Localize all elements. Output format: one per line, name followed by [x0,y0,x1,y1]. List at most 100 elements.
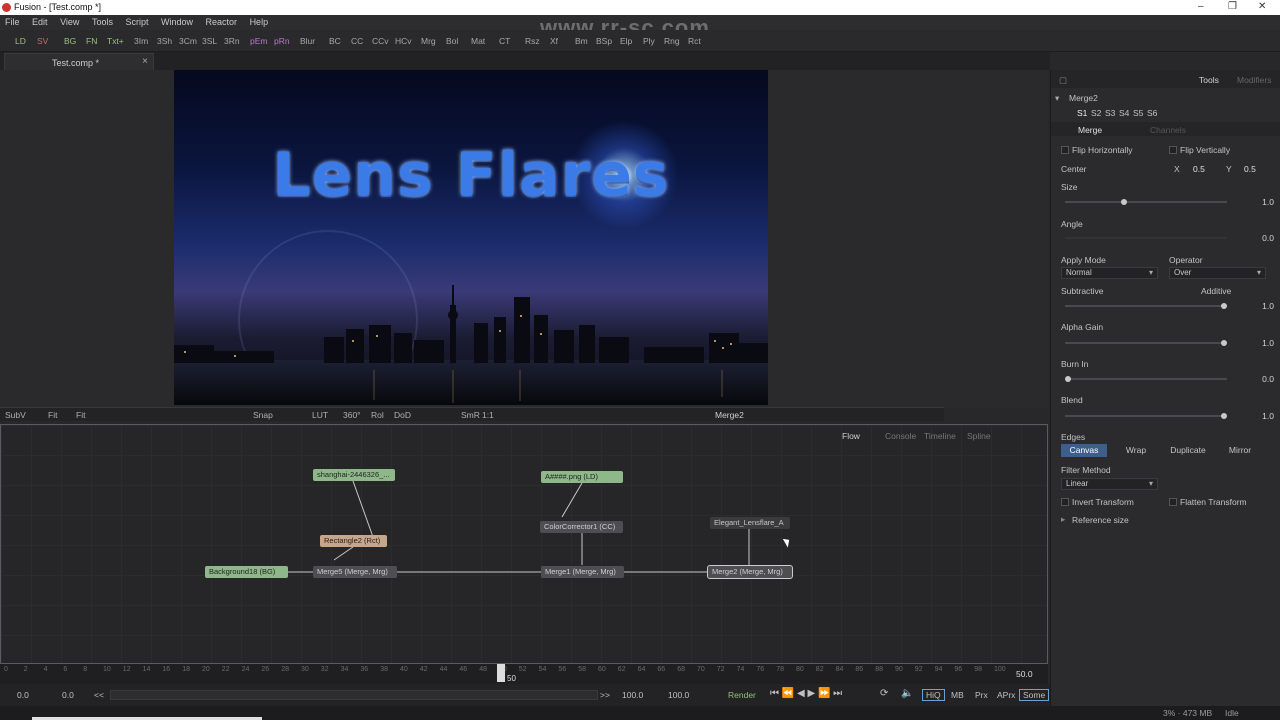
range-forward-button[interactable]: >> [600,690,610,700]
angle-dial[interactable] [1065,237,1227,239]
slot-s1[interactable]: S1 [1077,108,1087,118]
inspector-collapse-icon[interactable]: ▢ [1059,75,1067,86]
subtractive-additive-value[interactable]: 1.0 [1244,301,1274,311]
tool-button-3rn[interactable]: 3Rn [224,36,240,46]
tool-button-xf[interactable]: Xf [550,36,558,46]
center-x-field[interactable]: 0.5 [1193,164,1205,174]
slot-s6[interactable]: S6 [1147,108,1157,118]
tool-button-sv[interactable]: SV [37,36,48,46]
audio-icon[interactable]: 🔈 [901,688,913,699]
playhead[interactable] [497,664,505,682]
dod-button[interactable]: DoD [394,410,411,420]
menu-reactor[interactable]: Reactor [201,15,243,27]
time-ruler[interactable]: 0 2 4 6 8 10 12 14 16 18 20 22 24 26 28 30 32 34 36 38 40 42 4… [0,664,1048,684]
range-scrollbar[interactable] [110,690,598,700]
angle-value[interactable]: 0.0 [1244,233,1274,243]
node-rectangle[interactable]: Rectangle2 (Rct) [320,535,387,547]
slot-s4[interactable]: S4 [1119,108,1129,118]
render-button[interactable]: Render [728,690,756,700]
node-image-loader[interactable]: A####.png (LD) [541,471,623,483]
tool-button-ld[interactable]: LD [15,36,26,46]
some-toggle[interactable]: Some [1019,689,1050,701]
viewer-image[interactable]: Lens Flares [174,70,768,405]
menu-view[interactable]: View [55,15,84,27]
render-end-field[interactable]: 100.0 [622,690,643,700]
tool-button-mrg[interactable]: Mrg [421,36,436,46]
slider-knob[interactable] [1121,199,1128,205]
tab-modifiers[interactable]: Modifiers [1237,75,1271,85]
close-button[interactable]: ✕ [1258,1,1266,12]
slider-knob[interactable] [1221,413,1227,419]
prx-toggle[interactable]: Prx [975,690,988,700]
flow-editor[interactable]: Flow Console Timeline Spline shanghai-24… [0,424,1048,664]
tool-button-rct[interactable]: Rct [688,36,701,46]
tool-button-rng[interactable]: Rng [664,36,680,46]
node-shanghai-loader[interactable]: shanghai-2446326_... [313,469,395,481]
slider-knob[interactable] [1221,340,1227,346]
center-y-field[interactable]: 0.5 [1244,164,1256,174]
range-back-button[interactable]: << [94,690,104,700]
menu-file[interactable]: File [0,15,25,27]
render-start-field[interactable]: 0.0 [62,690,74,700]
slider-knob[interactable] [1065,376,1071,382]
menu-tools[interactable]: Tools [87,15,118,27]
tool-button-bm[interactable]: Bm [575,36,588,46]
tool-button-3im[interactable]: 3Im [134,36,148,46]
menu-window[interactable]: Window [156,15,198,27]
node-lensflare[interactable]: Elegant_Lensflare_A [710,517,790,529]
blend-slider[interactable] [1065,413,1227,419]
fit-button[interactable]: Fit [48,410,57,420]
subtractive-additive-slider[interactable] [1065,303,1227,309]
edges-mirror-button[interactable]: Mirror [1217,444,1263,457]
flip-horizontal-checkbox[interactable] [1061,146,1069,154]
play-controls-icon[interactable]: ⏮ ⏪ ◀ ▶ ⏩ ⏭ [770,688,842,699]
tool-button-bc[interactable]: BC [329,36,341,46]
edges-wrap-button[interactable]: Wrap [1113,444,1159,457]
loop-icon[interactable]: ⟳ [880,688,888,699]
degree-dropdown[interactable]: 360° [343,410,361,420]
alpha-gain-value[interactable]: 1.0 [1244,338,1274,348]
subtab-channels[interactable]: Channels [1150,125,1186,135]
reference-size-label[interactable]: Reference size [1072,515,1129,525]
tool-button-blur[interactable]: Blur [300,36,315,46]
slot-s2[interactable]: S2 [1091,108,1101,118]
tool-button-fn[interactable]: FN [86,36,97,46]
hiq-toggle[interactable]: HiQ [922,689,945,701]
filter-method-dropdown[interactable]: Linear [1061,478,1158,490]
slot-s3[interactable]: S3 [1105,108,1115,118]
tool-button-cc[interactable]: CC [351,36,363,46]
roi-button[interactable]: Rol [371,410,384,420]
aprx-toggle[interactable]: APrx [997,690,1015,700]
apply-mode-dropdown[interactable]: Normal [1061,267,1158,279]
tool-button-hcv[interactable]: HCv [395,36,412,46]
ratio-button[interactable]: 1:1 [482,410,494,420]
subtab-merge[interactable]: Merge [1078,125,1102,135]
tab-tools[interactable]: Tools [1199,75,1219,85]
global-start-field[interactable]: 0.0 [17,690,29,700]
tool-button-txt[interactable]: Txt+ [107,36,124,46]
tool-button-rsz[interactable]: Rsz [525,36,540,46]
snap-dropdown[interactable]: Snap [253,410,273,420]
fit-button-2[interactable]: Fit [76,410,85,420]
burn-in-slider[interactable] [1065,376,1227,382]
burn-in-value[interactable]: 0.0 [1244,374,1274,384]
invert-transform-checkbox[interactable] [1061,498,1069,506]
tool-button-bsp[interactable]: BSp [596,36,612,46]
tool-button-bg[interactable]: BG [64,36,76,46]
subview-dropdown[interactable]: SubV [5,410,26,420]
expand-arrow-icon[interactable]: ▾ [1055,93,1059,104]
tool-button-mat[interactable]: Mat [471,36,485,46]
size-value[interactable]: 1.0 [1244,197,1274,207]
operator-dropdown[interactable]: Over [1169,267,1266,279]
close-icon[interactable]: × [142,56,148,67]
alpha-gain-slider[interactable] [1065,340,1227,346]
flip-vertical-checkbox[interactable] [1169,146,1177,154]
tool-button-ct[interactable]: CT [499,36,510,46]
size-slider[interactable] [1065,199,1227,205]
menu-help[interactable]: Help [245,15,274,27]
node-color-corrector[interactable]: ColorCorrector1 (CC) [540,521,623,533]
tool-button-pem[interactable]: pEm [250,36,267,46]
mb-toggle[interactable]: MB [951,690,964,700]
minimize-button[interactable]: – [1198,1,1204,12]
edges-duplicate-button[interactable]: Duplicate [1165,444,1211,457]
